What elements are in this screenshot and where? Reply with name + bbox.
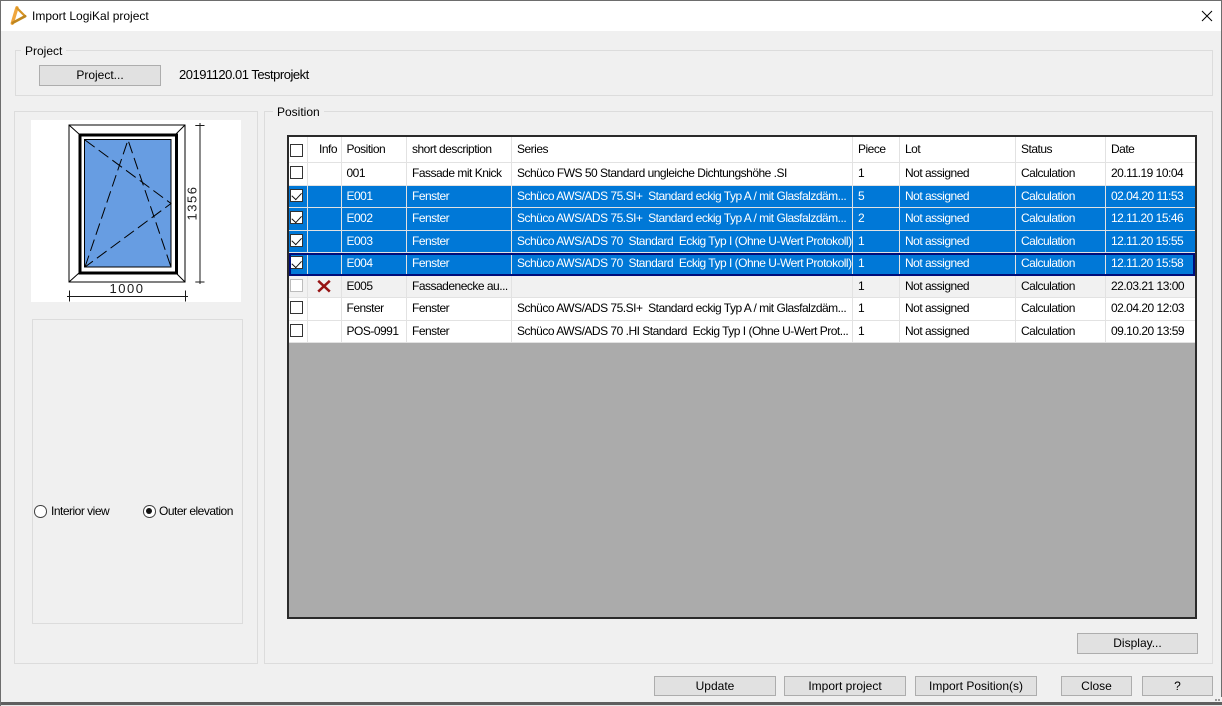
svg-text:1000: 1000 [110,281,145,296]
svg-text:1356: 1356 [184,186,199,221]
